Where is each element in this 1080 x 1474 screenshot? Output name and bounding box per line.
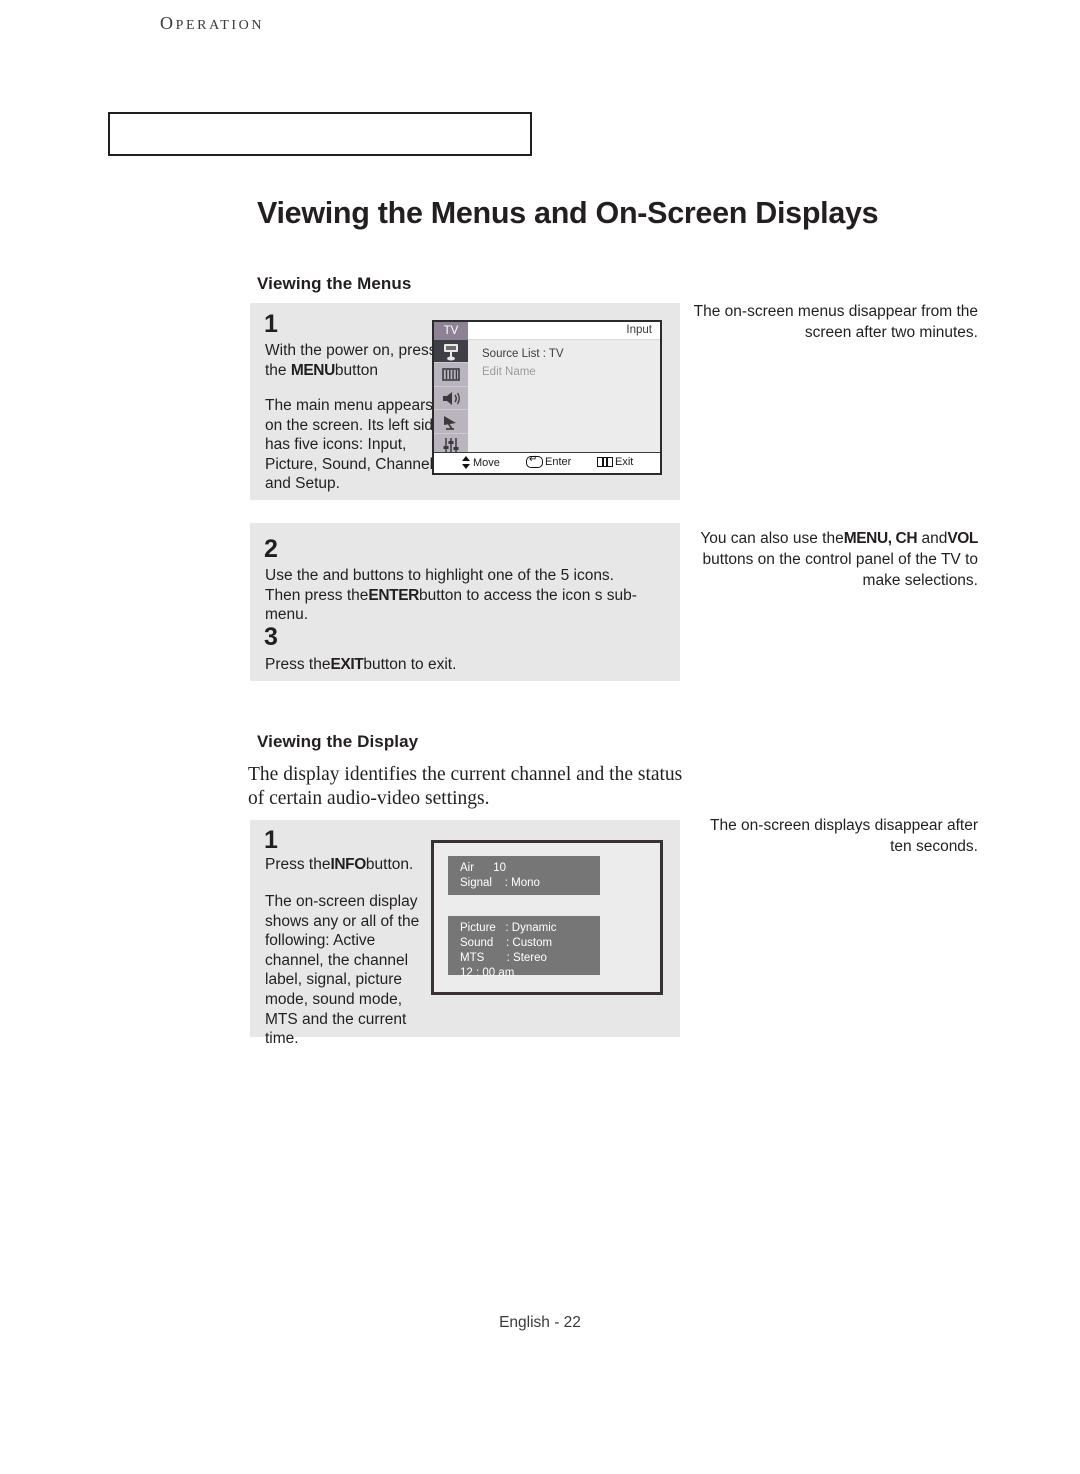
tv-menu-footer-move: Move	[462, 456, 500, 469]
step-2-line-1: Use the and buttons to highlight one of …	[265, 567, 614, 584]
step-2-instruction: Use the and buttons to highlight one of …	[265, 566, 665, 625]
osd-settings-box: Picture : Dynamic Sound : Custom MTS : S…	[448, 916, 600, 979]
step-3-instruction: Press theEXITbutton to exit.	[265, 655, 665, 675]
display-step-instruction: Press theINFObutton.	[265, 855, 430, 875]
tv-menu-footer: Move Enter Exit	[434, 452, 660, 473]
tv-menu-tab: TV	[434, 322, 468, 340]
step-number-3: 3	[264, 623, 278, 651]
display-intro-paragraph: The display identifies the current chann…	[248, 764, 683, 809]
step-number-2: 2	[264, 535, 278, 563]
step-number-1: 1	[264, 310, 278, 338]
display-step-number-1: 1	[264, 826, 278, 854]
menu-ch-keyword: MENU, CH	[843, 530, 918, 547]
tv-menu-item-edit-name[interactable]: Edit Name	[482, 366, 536, 378]
up-down-arrow-icon	[462, 456, 471, 469]
menu-button-keyword: MENU	[290, 361, 335, 379]
note-2-part-b: and	[921, 530, 948, 547]
tv-menu-footer-enter-label: Enter	[545, 456, 572, 468]
input-icon[interactable]	[434, 340, 468, 364]
tv-menu-illustration: TV Input Source List: TV Edit Name Move…	[432, 320, 662, 475]
enter-key-icon	[526, 454, 543, 468]
osd-settings-line-picture: Picture : Dynamic	[460, 922, 557, 934]
osd-settings-line-mts: MTS : Stereo	[460, 952, 547, 964]
sound-icon[interactable]	[434, 387, 468, 411]
step-3-text-before: Press the	[265, 656, 331, 673]
display-step-text-before: Press the	[265, 856, 331, 873]
display-step-description: The on-screen display shows any or all o…	[265, 893, 420, 1048]
chapter-label-rest: PERATION	[175, 18, 265, 33]
tv-menu-body: Source List : TV Edit Name	[468, 340, 660, 453]
tv-menu-footer-exit-label: Exit	[615, 456, 634, 468]
tv-menu-header-title: Input	[626, 324, 652, 336]
enter-button-keyword: ENTER	[368, 586, 419, 604]
tv-menu-item-source-list[interactable]: Source List : TV	[482, 348, 564, 360]
section-heading-viewing-the-display: Viewing the Display	[257, 732, 419, 751]
picture-icon[interactable]	[434, 363, 468, 387]
display-step-text-after: button.	[365, 856, 414, 873]
exit-key-icon	[597, 457, 613, 467]
note-displays-disappear: The on-screen displays disappear after t…	[710, 817, 978, 855]
tv-menu-footer-exit: Exit	[597, 456, 633, 468]
info-button-keyword: INFO	[330, 856, 366, 873]
tv-menu-footer-enter: Enter	[526, 454, 572, 468]
tv-menu-icon-column	[434, 340, 468, 457]
note-control-panel-buttons: You can also use theMENU, CH andVOL butt…	[688, 528, 978, 591]
page-footer: English - 22	[499, 1314, 581, 1331]
step-2-line-2: Then press theENTERbutton to access the …	[265, 586, 665, 625]
osd-channel-line-air: Air 10	[460, 862, 507, 874]
step-1-text-after: button	[334, 361, 379, 379]
osd-illustration: Air 10 Signal : Mono Picture : Dynamic S…	[431, 840, 663, 995]
channel-icon[interactable]	[434, 410, 468, 434]
tv-menu-header: TV Input	[434, 322, 660, 340]
osd-channel-line-signal: Signal : Mono	[460, 877, 540, 889]
page-title: Viewing the Menus and On-Screen Displays	[257, 196, 879, 230]
osd-settings-line-time: 12 : 00 am	[460, 967, 515, 979]
exit-button-keyword: EXIT	[330, 656, 364, 673]
step-1-instruction: With the power on, press the MENUbutton	[265, 341, 455, 380]
step-1-description: The main menu appears on the screen. Its…	[265, 397, 442, 493]
osd-settings-line-sound: Sound : Custom	[460, 937, 553, 949]
chapter-header-box	[108, 112, 532, 156]
note-2-part-c: buttons on the control panel of the TV t…	[702, 551, 978, 589]
note-2-part-a: You can also use the	[700, 530, 844, 547]
section-heading-viewing-the-menus: Viewing the Menus	[257, 274, 412, 293]
tv-menu-footer-move-label: Move	[473, 456, 500, 469]
osd-channel-box: Air 10 Signal : Mono	[448, 856, 600, 895]
note-menus-disappear: The on-screen menus disappear from the s…	[693, 303, 978, 341]
chapter-label-dropcap: O	[160, 13, 176, 33]
vol-keyword: VOL	[947, 530, 978, 547]
step-2-text-before: Then press the	[265, 586, 369, 604]
step-3-text-after: button to exit.	[363, 656, 457, 673]
chapter-label: OPERATION	[160, 13, 264, 34]
